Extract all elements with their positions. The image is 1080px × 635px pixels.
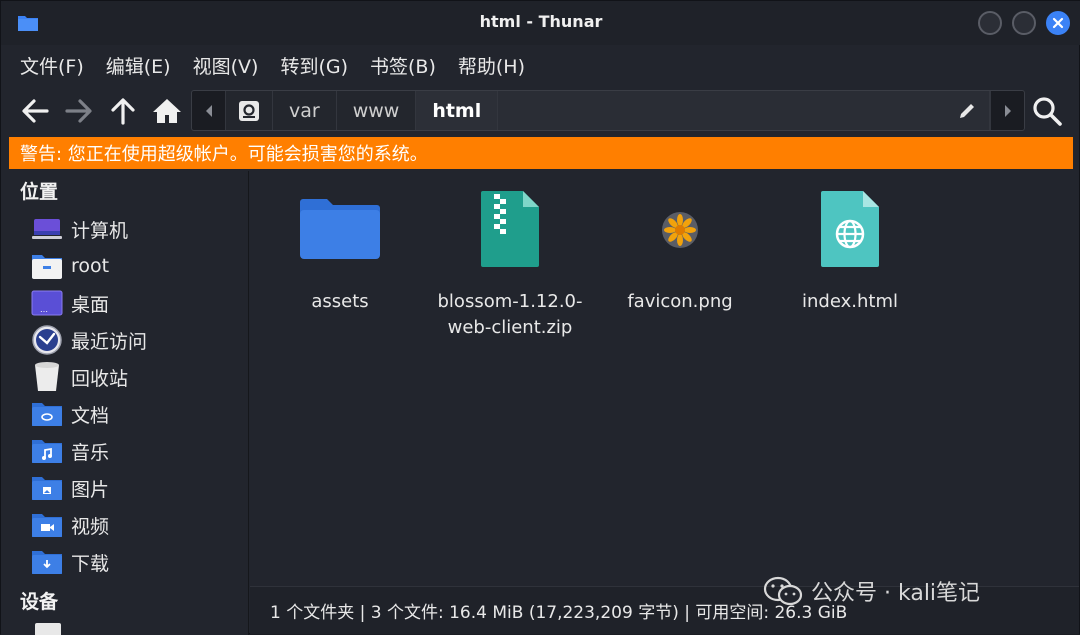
path-scroll-right[interactable] [990, 91, 1024, 130]
sidebar-item-label: 最近访问 [71, 330, 148, 353]
chevron-left-icon [205, 104, 212, 117]
videos-folder-icon [31, 509, 63, 541]
computer-icon [31, 213, 63, 245]
window-title: html - Thunar [479, 12, 603, 31]
sidebar-item-downloads[interactable]: 下载 [31, 546, 109, 578]
documents-folder-icon [31, 398, 63, 430]
menu-bar: 文件(F) 编辑(E) 视图(V) 转到(G) 书签(B) 帮助(H) [1, 45, 1080, 85]
watermark: 公众号 · kali笔记 [763, 575, 980, 607]
file-item[interactable]: favicon.png [595, 189, 765, 315]
devices-heading: 设备 [20, 591, 59, 613]
forward-button[interactable] [63, 95, 95, 127]
device-drive-icon[interactable] [35, 623, 61, 635]
wechat-logo-icon [763, 576, 803, 606]
title-bar: html - Thunar [1, 1, 1080, 45]
sidebar-item-label: 回收站 [71, 367, 129, 390]
sidebar-item-music[interactable]: 音乐 [31, 435, 109, 467]
sidebar-item-trash[interactable]: 回收站 [31, 361, 128, 393]
path-scroll-left[interactable] [192, 91, 226, 130]
drive-icon [239, 100, 259, 121]
sidebar-item-recent[interactable]: 最近访问 [31, 324, 147, 356]
search-button[interactable] [1031, 95, 1063, 127]
zip-icon [425, 189, 595, 269]
file-name: blossom-1.12.0-web-client.zip [437, 291, 583, 338]
arrow-left-icon [22, 99, 49, 123]
sidebar-item-pictures[interactable]: 图片 [31, 472, 109, 504]
image-icon [595, 189, 765, 269]
file-item[interactable]: assets [255, 189, 425, 315]
sidebar-item-label: 下载 [71, 552, 110, 575]
path-bar: var www html [191, 90, 1025, 131]
sidebar-item-videos[interactable]: 视频 [31, 509, 109, 541]
edit-pencil-icon[interactable] [957, 101, 977, 121]
sidebar-item-label: 图片 [71, 478, 110, 501]
arrow-up-icon [111, 98, 135, 125]
thunar-window: html - Thunar 文件(F) 编辑(E) 视图(V) 转到(G) 书签… [0, 0, 1080, 635]
sidebar-item-label: 文档 [71, 404, 110, 427]
sidebar-item-label: 视频 [71, 515, 110, 538]
back-button[interactable] [19, 95, 51, 127]
file-item[interactable]: blossom-1.12.0-web-client.zip [425, 189, 595, 341]
places-heading: 位置 [20, 181, 59, 203]
menu-view[interactable]: 视图(V) [193, 52, 259, 79]
file-name: assets [311, 291, 369, 312]
downloads-folder-icon [31, 546, 63, 578]
file-name: index.html [802, 291, 898, 312]
close-button[interactable] [1046, 11, 1070, 35]
file-item[interactable]: index.html [765, 189, 935, 315]
home-button[interactable] [151, 95, 183, 127]
path-crumb-www[interactable]: www [336, 91, 417, 130]
path-crumb-root[interactable] [226, 91, 273, 130]
chevron-right-icon [1004, 104, 1011, 117]
menu-edit[interactable]: 编辑(E) [106, 52, 171, 79]
sidebar-item-label: 桌面 [71, 293, 110, 316]
menu-file[interactable]: 文件(F) [20, 52, 84, 79]
home-folder-icon [31, 250, 63, 282]
watermark-text: 公众号 · kali笔记 [811, 581, 981, 606]
desktop-icon: … [31, 287, 63, 319]
sidebar-item-label: root [71, 255, 110, 277]
search-icon [1033, 97, 1062, 126]
up-button[interactable] [107, 95, 139, 127]
sidebar-item-documents[interactable]: 文档 [31, 398, 109, 430]
recent-icon [31, 324, 63, 356]
sidebar-item-desktop[interactable]: … 桌面 [31, 287, 109, 319]
music-folder-icon [31, 435, 63, 467]
minimize-button[interactable] [978, 11, 1002, 35]
root-warning-banner: 警告: 您正在使用超级帐户。可能会损害您的系统。 [9, 137, 1073, 169]
sidebar-item-label: 计算机 [71, 219, 129, 242]
home-icon [153, 99, 181, 123]
folder-icon [255, 189, 425, 269]
sidebar-item-root[interactable]: root [31, 250, 109, 282]
trash-icon [31, 361, 63, 393]
menu-help[interactable]: 帮助(H) [458, 52, 525, 79]
menu-go[interactable]: 转到(G) [280, 52, 348, 79]
menu-bookmarks[interactable]: 书签(B) [370, 52, 436, 79]
arrow-right-icon [65, 99, 92, 123]
file-name: favicon.png [627, 291, 733, 312]
sidebar-item-computer[interactable]: 计算机 [31, 213, 128, 245]
path-crumb-html[interactable]: html [416, 91, 499, 130]
html-icon [765, 189, 935, 269]
pictures-folder-icon [31, 472, 63, 504]
svg-text:…: … [40, 305, 48, 314]
close-icon [1052, 17, 1064, 29]
path-crumb-var[interactable]: var [273, 91, 337, 130]
file-view: assets blossom-1.12.0-web-client.zip fav… [250, 171, 1079, 586]
sidebar: 位置 计算机 root … 桌面 最近访问 回收站 文档 音乐 图片 视频 下载… [1, 171, 249, 635]
maximize-button[interactable] [1012, 11, 1036, 35]
toolbar: var www html [1, 85, 1080, 135]
sidebar-item-label: 音乐 [71, 441, 110, 464]
path-entry-area[interactable] [498, 91, 990, 130]
